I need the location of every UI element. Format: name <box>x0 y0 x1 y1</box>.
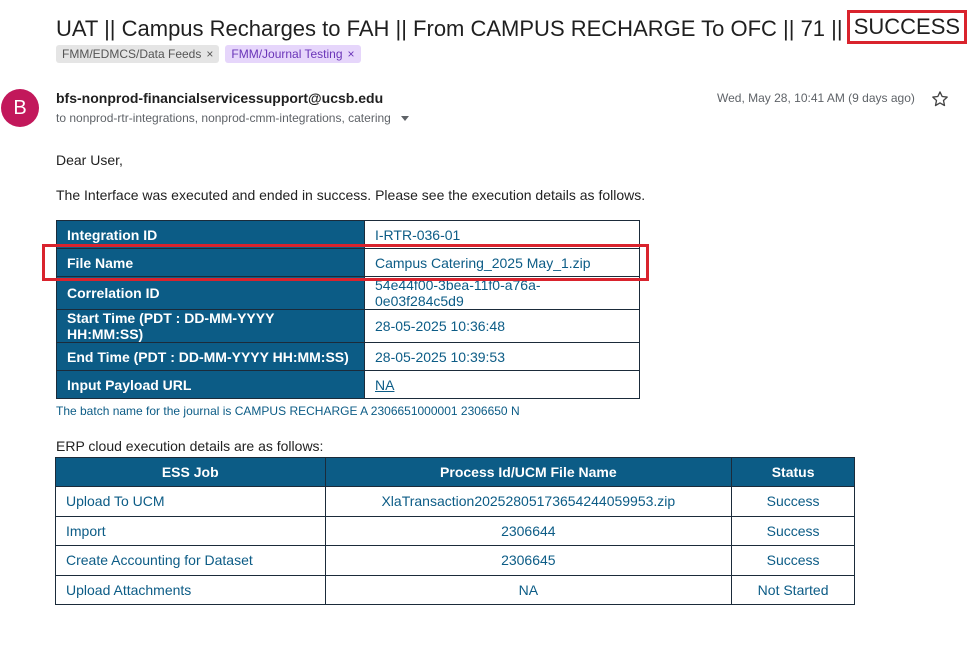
table-row: Upload To UCM XlaTransaction202528051736… <box>55 486 855 517</box>
recipients-line[interactable]: to nonprod-rtr-integrations, nonprod-cmm… <box>56 111 409 125</box>
detail-value: NA <box>364 370 640 399</box>
table-row: Start Time (PDT : DD-MM-YYYY HH:MM:SS) 2… <box>56 309 640 343</box>
erp-details-table: ESS Job Process Id/UCM File Name Status … <box>55 457 855 605</box>
detail-key: Start Time (PDT : DD-MM-YYYY HH:MM:SS) <box>56 309 365 343</box>
label-chip-data-feeds[interactable]: FMM/EDMCS/Data Feeds × <box>56 45 220 63</box>
close-icon[interactable]: × <box>348 48 355 60</box>
erp-intro-text: ERP cloud execution details are as follo… <box>56 438 324 454</box>
label-chips: FMM/EDMCS/Data Feeds × FMM/Journal Testi… <box>56 45 361 63</box>
ess-job: Upload To UCM <box>55 486 326 517</box>
process-id: XlaTransaction20252805173654244059953.zi… <box>324 486 733 517</box>
close-icon[interactable]: × <box>206 48 213 60</box>
sender-address[interactable]: bfs-nonprod-financialservicessupport@ucs… <box>56 90 383 106</box>
label-chip-text: FMM/Journal Testing <box>231 47 343 61</box>
table-header-row: ESS Job Process Id/UCM File Name Status <box>55 457 855 487</box>
column-header: Status <box>731 457 855 487</box>
label-chip-journal-testing[interactable]: FMM/Journal Testing × <box>225 45 361 63</box>
subject-status-highlight: SUCCESS <box>846 10 967 44</box>
detail-value: 28-05-2025 10:36:48 <box>364 309 640 343</box>
email-subject: UAT || Campus Recharges to FAH || From C… <box>56 10 967 46</box>
table-row: Import 2306644 Success <box>55 515 855 546</box>
greeting: Dear User, <box>56 152 123 168</box>
intro-text: The Interface was executed and ended in … <box>56 187 646 203</box>
detail-key: End Time (PDT : DD-MM-YYYY HH:MM:SS) <box>56 342 365 371</box>
avatar[interactable]: B <box>1 89 39 127</box>
detail-key: Input Payload URL <box>56 370 365 399</box>
subject-text: UAT || Campus Recharges to FAH || From C… <box>56 16 843 41</box>
process-id: 2306645 <box>324 545 733 576</box>
job-status: Success <box>731 486 855 517</box>
star-icon[interactable] <box>930 89 950 109</box>
job-status: Success <box>731 515 855 546</box>
table-row: Upload Attachments NA Not Started <box>55 574 855 605</box>
table-row: Correlation ID 54e44f00-3bea-11f0-a76a-0… <box>56 276 640 310</box>
ess-job: Import <box>55 515 326 546</box>
recipients-text: to nonprod-rtr-integrations, nonprod-cmm… <box>56 111 391 125</box>
ess-job: Create Accounting for Dataset <box>55 545 326 576</box>
table-row: Create Accounting for Dataset 2306645 Su… <box>55 545 855 576</box>
process-id: NA <box>324 574 733 605</box>
detail-value: 28-05-2025 10:39:53 <box>364 342 640 371</box>
batch-name-text: The batch name for the journal is CAMPUS… <box>56 404 520 418</box>
column-header: Process Id/UCM File Name <box>324 457 733 487</box>
chevron-down-icon[interactable] <box>400 115 409 121</box>
table-row: End Time (PDT : DD-MM-YYYY HH:MM:SS) 28-… <box>56 342 640 371</box>
detail-value: 54e44f00-3bea-11f0-a76a-0e03f284c5d9 <box>364 276 640 310</box>
email-date: Wed, May 28, 10:41 AM (9 days ago) <box>717 91 915 105</box>
payload-url-link[interactable]: NA <box>375 377 394 393</box>
file-name-highlight <box>42 244 649 281</box>
label-chip-text: FMM/EDMCS/Data Feeds <box>62 47 202 61</box>
process-id: 2306644 <box>324 515 733 546</box>
detail-key: Correlation ID <box>56 276 365 310</box>
job-status: Success <box>731 545 855 576</box>
ess-job: Upload Attachments <box>55 574 326 605</box>
column-header: ESS Job <box>55 457 326 487</box>
table-row: Input Payload URL NA <box>56 370 640 399</box>
job-status: Not Started <box>731 574 855 605</box>
